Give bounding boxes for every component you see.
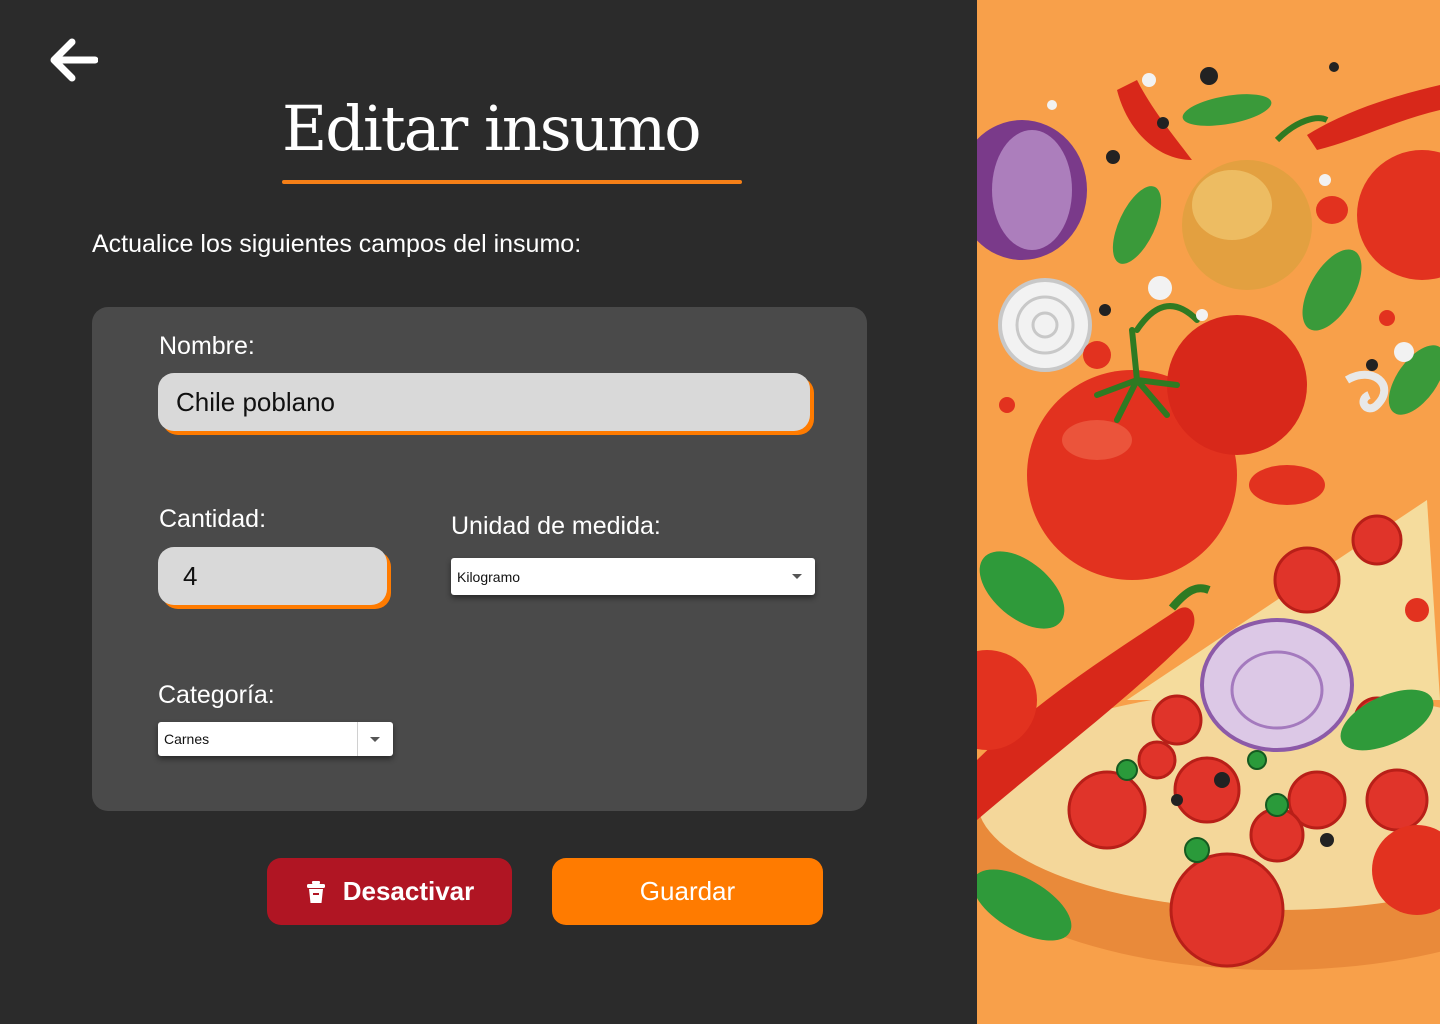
unidad-label: Unidad de medida: xyxy=(451,512,661,540)
edit-panel: Editar insumo Actualice los siguientes c… xyxy=(0,0,977,1024)
title-underline xyxy=(282,180,742,184)
caret-down-icon xyxy=(792,574,802,579)
caret-down-icon xyxy=(370,736,380,742)
nombre-label: Nombre: xyxy=(159,332,255,360)
cantidad-input[interactable]: 4 xyxy=(158,547,387,605)
cantidad-value: 4 xyxy=(183,560,198,591)
deactivate-button[interactable]: Desactivar xyxy=(267,858,512,925)
page-title: Editar insumo xyxy=(282,92,702,165)
nombre-value: Chile poblano xyxy=(176,386,336,417)
save-label: Guardar xyxy=(639,876,736,906)
trash-icon xyxy=(306,880,325,903)
back-button[interactable] xyxy=(46,34,100,86)
unidad-value: Kilogramo xyxy=(457,568,521,585)
nombre-input[interactable]: Chile poblano xyxy=(158,373,810,431)
cantidad-label: Cantidad: xyxy=(159,505,267,533)
select-divider xyxy=(357,722,358,756)
food-illustration xyxy=(977,0,1440,1024)
unidad-select[interactable]: Kilogramo xyxy=(451,558,815,595)
form-card: Nombre: Chile poblano Cantidad: 4 Unidad… xyxy=(92,307,867,811)
categoria-select[interactable]: Carnes xyxy=(158,722,393,756)
categoria-value: Carnes xyxy=(164,731,210,747)
categoria-label: Categoría: xyxy=(158,681,275,709)
pizza-ingredients-illustration xyxy=(977,0,1440,1024)
deactivate-label: Desactivar xyxy=(342,876,475,906)
arrow-left-icon xyxy=(50,38,98,82)
form-instructions: Actualice los siguientes campos del insu… xyxy=(92,230,582,258)
save-button[interactable]: Guardar xyxy=(552,858,823,925)
